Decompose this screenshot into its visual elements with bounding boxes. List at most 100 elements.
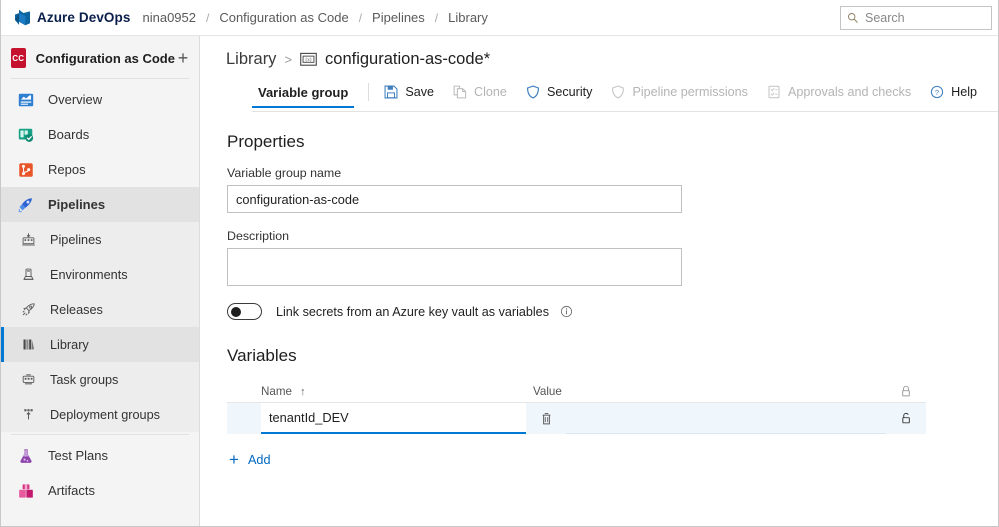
column-header-value-label: Value (533, 384, 562, 398)
column-header-value[interactable]: Value (526, 385, 886, 398)
add-variable-button[interactable]: + Add (227, 451, 998, 468)
description-input[interactable] (227, 248, 682, 286)
sidebar-item-releases[interactable]: Releases (1, 292, 199, 327)
variable-value-input[interactable] (566, 403, 886, 434)
column-header-lock (886, 385, 926, 398)
breadcrumb-separator: / (358, 10, 363, 25)
sidebar-item-pipelines-group[interactable]: Pipelines (1, 187, 199, 222)
sidebar-item-artifacts[interactable]: Artifacts (1, 473, 199, 508)
breadcrumb-separator: / (434, 10, 439, 25)
variables-section: Variables Name ↑ Value tenantId_DEV + Ad… (227, 346, 998, 468)
sidebar-item-label: Test Plans (48, 448, 108, 463)
artifacts-icon (15, 480, 37, 502)
sidebar-item-label: Overview (48, 92, 103, 107)
deployment-groups-icon (19, 404, 37, 426)
sidebar-item-task-groups[interactable]: Task groups (1, 362, 199, 397)
search-input[interactable]: Search (840, 6, 992, 30)
repos-icon (15, 159, 37, 181)
shield-outline-icon (610, 84, 626, 100)
sidebar-item-label: Library (50, 337, 89, 352)
plus-icon[interactable]: + (175, 47, 191, 69)
sidebar-item-test-plans[interactable]: Test Plans (1, 438, 199, 473)
breadcrumb-item-pipelines[interactable]: Pipelines (370, 10, 427, 25)
variable-group-name-input[interactable]: configuration-as-code (227, 185, 682, 213)
toolbar-divider (368, 83, 370, 101)
sidebar-item-library[interactable]: Library (1, 327, 199, 362)
project-avatar: CC (11, 48, 26, 68)
sidebar-item-label: Environments (50, 267, 128, 282)
sidebar-item-label: Deployment groups (50, 407, 161, 422)
search-placeholder: Search (865, 11, 905, 25)
boards-icon (15, 124, 37, 146)
variable-name-value: tenantId_DEV (269, 410, 349, 425)
column-header-name[interactable]: Name ↑ (254, 385, 526, 398)
keyvault-toggle-label: Link secrets from an Azure key vault as … (276, 304, 549, 319)
azure-devops-logo-icon[interactable] (11, 7, 33, 29)
variable-value-cell (566, 403, 886, 434)
variable-name-cell: tenantId_DEV (254, 403, 526, 434)
save-icon (383, 84, 399, 100)
svg-text:?: ? (935, 88, 939, 97)
variable-group-name-label: Variable group name (227, 166, 342, 180)
tab-variable-group[interactable]: Variable group (252, 85, 355, 108)
sidebar-item-repos[interactable]: Repos (1, 152, 199, 187)
breadcrumb-chevron-icon: > (284, 52, 293, 67)
page-breadcrumb: Library > (x) configuration-as-code* (226, 50, 998, 69)
page-content: Properties Variable group name configura… (200, 112, 998, 526)
sidebar-item-label: Task groups (50, 372, 119, 387)
variables-section-title: Variables (227, 346, 297, 365)
trash-icon (540, 412, 553, 426)
sidebar-item-pipelines[interactable]: Pipelines (1, 222, 199, 257)
breadcrumb-item-org[interactable]: nina0952 (140, 10, 198, 25)
pipeline-permissions-label: Pipeline permissions (632, 85, 748, 99)
sidebar-item-environments[interactable]: Environments (1, 257, 199, 292)
main-content: Library > (x) configuration-as-code* Var… (200, 36, 998, 526)
breadcrumb-item-project[interactable]: Configuration as Code (217, 10, 350, 25)
info-icon[interactable] (559, 305, 573, 319)
row-selector[interactable] (227, 403, 254, 434)
pipelines-section: Pipelines Pipelines Environments Release… (1, 187, 199, 432)
clone-button: Clone (452, 84, 516, 108)
toggle-knob (231, 307, 241, 317)
task-groups-icon (19, 369, 37, 391)
project-name: Configuration as Code (35, 50, 175, 66)
delete-variable-button[interactable] (526, 412, 566, 426)
description-label: Description (227, 229, 289, 243)
sidebar-item-label: Pipelines (48, 197, 106, 212)
sidebar-item-overview[interactable]: Overview (1, 82, 199, 117)
plus-icon: + (229, 450, 239, 469)
variable-lock-toggle[interactable] (886, 412, 926, 425)
library-icon (19, 334, 37, 356)
page-title: configuration-as-code* (325, 50, 491, 68)
page-header: Library > (x) configuration-as-code* Var… (200, 36, 998, 112)
breadcrumb-library-link[interactable]: Library (226, 50, 276, 69)
sidebar-item-label: Repos (48, 162, 86, 177)
breadcrumb-item-library[interactable]: Library (446, 10, 490, 25)
sidebar: CC Configuration as Code + Overview Boar… (1, 36, 200, 526)
add-variable-label: Add (247, 452, 271, 467)
sidebar-item-label: Releases (50, 302, 103, 317)
security-button[interactable]: Security (525, 84, 602, 108)
table-row: tenantId_DEV (227, 403, 926, 434)
brand-label[interactable]: Azure DevOps (37, 10, 130, 25)
help-label: Help (951, 85, 978, 99)
lock-closed-icon (900, 385, 912, 398)
clone-label: Clone (474, 85, 507, 99)
security-label: Security (546, 85, 593, 99)
keyvault-toggle[interactable] (227, 303, 262, 320)
sidebar-item-deployment-groups[interactable]: Deployment groups (1, 397, 199, 432)
help-button[interactable]: ? Help (929, 84, 986, 108)
releases-icon (19, 299, 37, 321)
sidebar-item-boards[interactable]: Boards (1, 117, 199, 152)
save-button[interactable]: Save (383, 84, 443, 108)
variables-grid-header: Name ↑ Value (227, 380, 926, 402)
environments-icon (19, 264, 37, 286)
approvals-and-checks-button: Approvals and checks (766, 84, 920, 108)
variable-name-input[interactable]: tenantId_DEV (261, 403, 526, 434)
sidebar-divider (11, 434, 189, 435)
project-header[interactable]: CC Configuration as Code + (1, 40, 199, 76)
help-icon: ? (929, 84, 945, 100)
sidebar-divider (11, 78, 189, 79)
sidebar-item-label: Boards (48, 127, 90, 142)
